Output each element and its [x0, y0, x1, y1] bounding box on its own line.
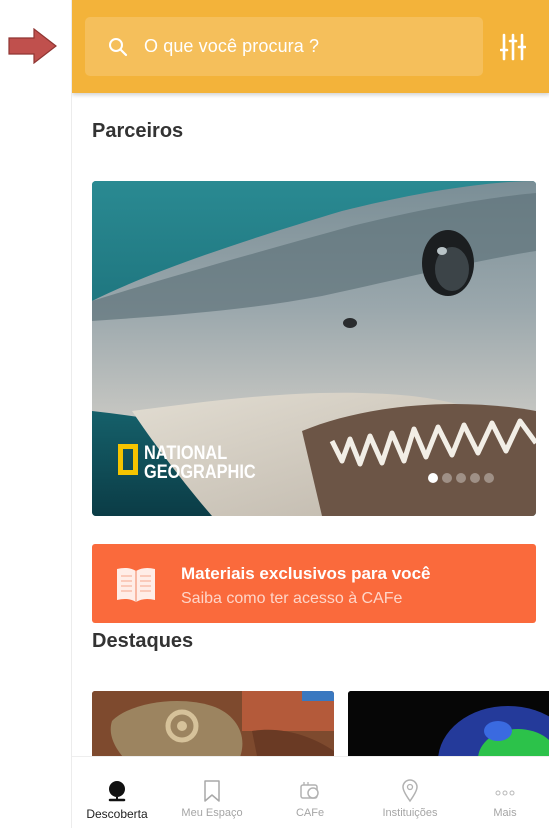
- carousel-dot[interactable]: [484, 473, 494, 483]
- carousel-dot[interactable]: [442, 473, 452, 483]
- nav-label: CAFe: [295, 807, 325, 819]
- globe-icon: [72, 779, 162, 803]
- nav-item-meu-espaco[interactable]: Meu Espaço: [167, 757, 257, 828]
- nav-item-descoberta[interactable]: Descoberta: [72, 757, 162, 828]
- search-placeholder: O que você procura ?: [144, 36, 320, 56]
- carousel-dot[interactable]: [456, 473, 466, 483]
- open-book-icon: [117, 567, 155, 602]
- search-icon: [107, 36, 129, 58]
- carousel-dot[interactable]: [428, 473, 438, 483]
- nav-label: Mais: [493, 807, 517, 819]
- logo-line-1: NATIONAL: [144, 443, 228, 464]
- nav-label: Meu Espaço: [181, 807, 243, 819]
- logo-yellow-frame: [118, 444, 138, 475]
- nav-item-cafe[interactable]: CAFe: [265, 757, 355, 828]
- bookmark-icon: [167, 779, 257, 803]
- app-screen: O que você procura ? Parceiros NATIONAL …: [71, 0, 549, 828]
- nav-item-mais[interactable]: Mais: [460, 757, 549, 828]
- location-pin-icon: [365, 779, 455, 803]
- nav-label: Instituições: [382, 807, 438, 819]
- promo-title: Materiais exclusivos para você: [181, 564, 431, 583]
- search-input[interactable]: O que você procura ?: [85, 17, 483, 76]
- carousel-dot[interactable]: [470, 473, 480, 483]
- promo-subtitle: Saiba como ter acesso à CAFe: [181, 590, 403, 607]
- partner-banner[interactable]: NATIONAL GEOGRAPHIC: [92, 181, 536, 516]
- partners-title: Parceiros: [92, 120, 184, 142]
- logo-line-2: GEOGRAPHIC: [144, 462, 256, 483]
- header-bar: O que você procura ?: [72, 0, 549, 93]
- nav-item-instituicoes[interactable]: Instituições: [365, 757, 455, 828]
- more-icon: [460, 779, 549, 803]
- cafe-icon: [265, 779, 355, 803]
- exclusive-materials-card[interactable]: Materiais exclusivos para você Saiba com…: [92, 544, 536, 623]
- filter-icon[interactable]: [500, 33, 526, 61]
- highlights-title: Destaques: [92, 630, 194, 652]
- carousel-dots[interactable]: [428, 473, 494, 483]
- nav-label: Descoberta: [86, 807, 148, 821]
- pointer-arrow-icon: [8, 28, 57, 64]
- bottom-navigation: Descoberta Meu Espaço CAFe Instituições …: [72, 756, 549, 828]
- national-geographic-logo: NATIONAL GEOGRAPHIC: [118, 444, 274, 482]
